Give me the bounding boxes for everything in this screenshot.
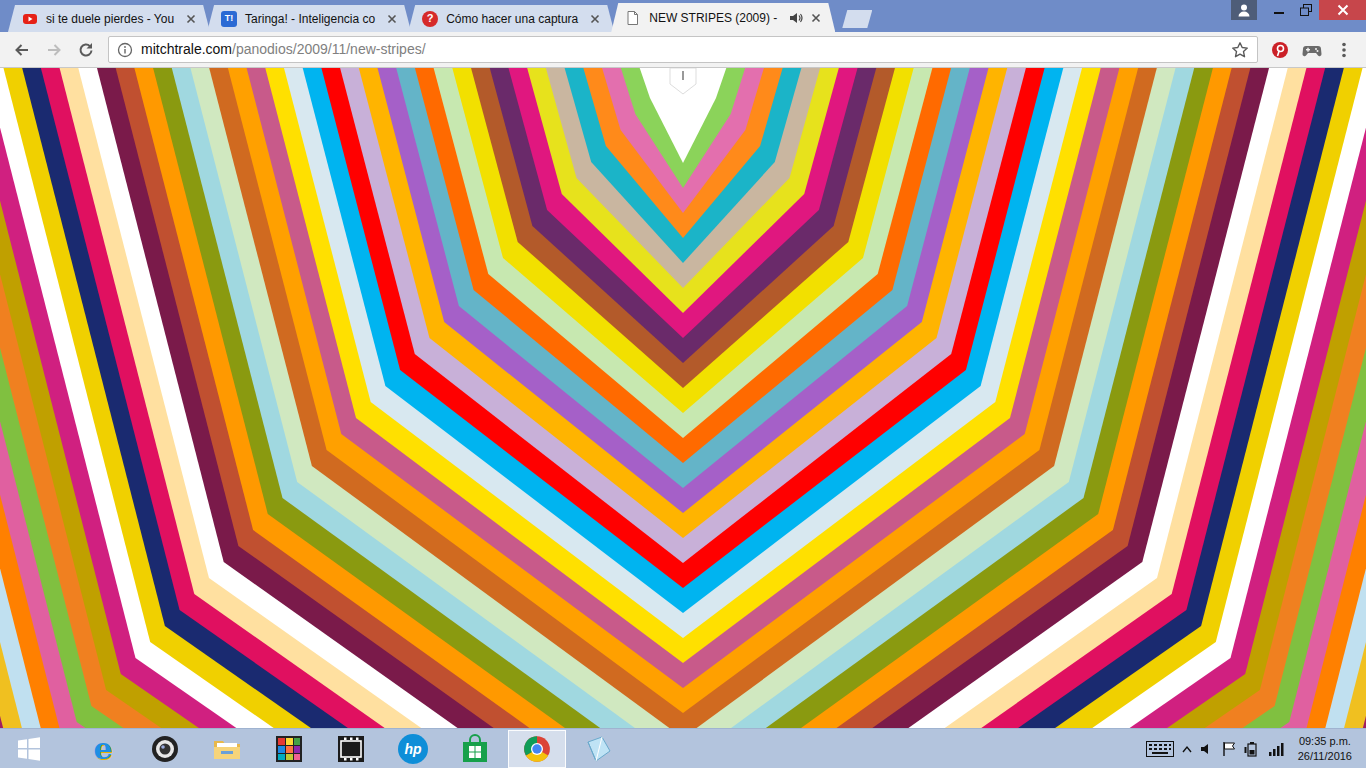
battery-icon[interactable] xyxy=(1244,741,1260,757)
taskbar-app[interactable] xyxy=(198,730,256,768)
forward-icon[interactable] xyxy=(40,36,68,64)
browser-toolbar: mitchtrale.com/panodios/2009/11/new-stri… xyxy=(0,32,1366,68)
keyboard-icon[interactable] xyxy=(1146,741,1174,757)
taskbar-app[interactable]: hp xyxy=(384,730,442,768)
taskbar-app[interactable] xyxy=(322,730,380,768)
close-tab-icon[interactable] xyxy=(590,14,600,24)
video-icon xyxy=(336,734,366,764)
tab-label: NEW STRIPES (2009) - xyxy=(649,9,781,27)
volume-icon[interactable] xyxy=(1200,742,1214,756)
clock-time[interactable]: 09:35 p.m. xyxy=(1298,734,1352,748)
browser-tab[interactable]: ? Cómo hacer una captura xyxy=(408,5,614,32)
close-tab-icon[interactable] xyxy=(186,14,196,24)
webcam-icon xyxy=(150,734,180,764)
tab-strip: si te duele pierdes - You T! Taringa! - In… xyxy=(0,0,1366,32)
url-path[interactable]: /panodios/2009/11/new-stripes/ xyxy=(232,39,426,60)
taskbar-app[interactable] xyxy=(508,730,566,768)
tab-label: Cómo hacer una captura xyxy=(446,10,582,28)
paint-icon xyxy=(274,734,304,764)
system-tray: 09:35 p.m.26/11/2016 xyxy=(1146,734,1366,763)
hp-icon: hp xyxy=(398,734,428,764)
browser-tab[interactable]: T! Taringa! - Inteligencia co xyxy=(207,5,411,32)
flag-icon[interactable] xyxy=(1222,741,1236,757)
taskbar-app[interactable] xyxy=(260,730,318,768)
taskbar-app[interactable]: e xyxy=(74,730,132,768)
taskbar: e hp 09:35 p.m.26/11/2016 xyxy=(0,728,1366,768)
reload-icon[interactable] xyxy=(72,36,100,64)
info-icon[interactable] xyxy=(117,42,133,58)
speaker-icon[interactable] xyxy=(789,11,803,25)
signal-icon[interactable] xyxy=(1268,741,1284,757)
clock-date[interactable]: 26/11/2016 xyxy=(1298,749,1352,763)
restore-icon[interactable] xyxy=(1292,0,1319,20)
taskbar-app[interactable] xyxy=(570,730,628,768)
close-window-icon[interactable] xyxy=(1319,0,1366,20)
address-bar[interactable]: mitchtrale.com/panodios/2009/11/new-stri… xyxy=(108,36,1258,63)
gamepad-icon[interactable] xyxy=(1298,36,1326,64)
star-icon[interactable] xyxy=(1231,41,1249,59)
browser-tab[interactable]: si te duele pierdes - You xyxy=(8,5,210,32)
stripes-artwork xyxy=(0,68,1366,728)
close-tab-icon[interactable] xyxy=(811,13,821,23)
page-icon xyxy=(625,10,641,26)
pinterest-icon[interactable] xyxy=(1266,36,1294,64)
folder-icon xyxy=(212,734,242,764)
menu-icon[interactable] xyxy=(1330,36,1358,64)
user-icon[interactable] xyxy=(1231,0,1257,20)
url-domain[interactable]: mitchtrale.com xyxy=(141,39,232,60)
taskbar-app[interactable] xyxy=(136,730,194,768)
show-hidden-icon[interactable] xyxy=(1182,745,1192,753)
tab-label: Taringa! - Inteligencia co xyxy=(245,10,379,28)
taringa-icon: T! xyxy=(221,11,237,27)
window-controls xyxy=(1231,0,1366,20)
tab-label: si te duele pierdes - You xyxy=(46,10,178,28)
minimize-icon[interactable] xyxy=(1265,0,1292,20)
url[interactable]: mitchtrale.com/panodios/2009/11/new-stri… xyxy=(141,39,1223,60)
clock[interactable]: 09:35 p.m.26/11/2016 xyxy=(1292,734,1352,763)
tab-list: si te duele pierdes - You T! Taringa! - In… xyxy=(8,3,1231,32)
taskbar-apps: e hp xyxy=(74,730,1146,768)
taskbar-app[interactable] xyxy=(446,730,504,768)
chrome-icon xyxy=(522,734,552,764)
notes-icon xyxy=(584,734,614,764)
internet-explorer-icon: e xyxy=(93,734,112,764)
help-icon: ? xyxy=(422,11,438,27)
windows-start-icon[interactable] xyxy=(0,730,58,768)
close-tab-icon[interactable] xyxy=(387,14,397,24)
browser-tab[interactable]: NEW STRIPES (2009) - xyxy=(611,3,835,32)
new-tab-button[interactable] xyxy=(842,10,872,28)
back-icon[interactable] xyxy=(8,36,36,64)
youtube-icon xyxy=(22,11,38,27)
store-icon xyxy=(460,734,490,764)
